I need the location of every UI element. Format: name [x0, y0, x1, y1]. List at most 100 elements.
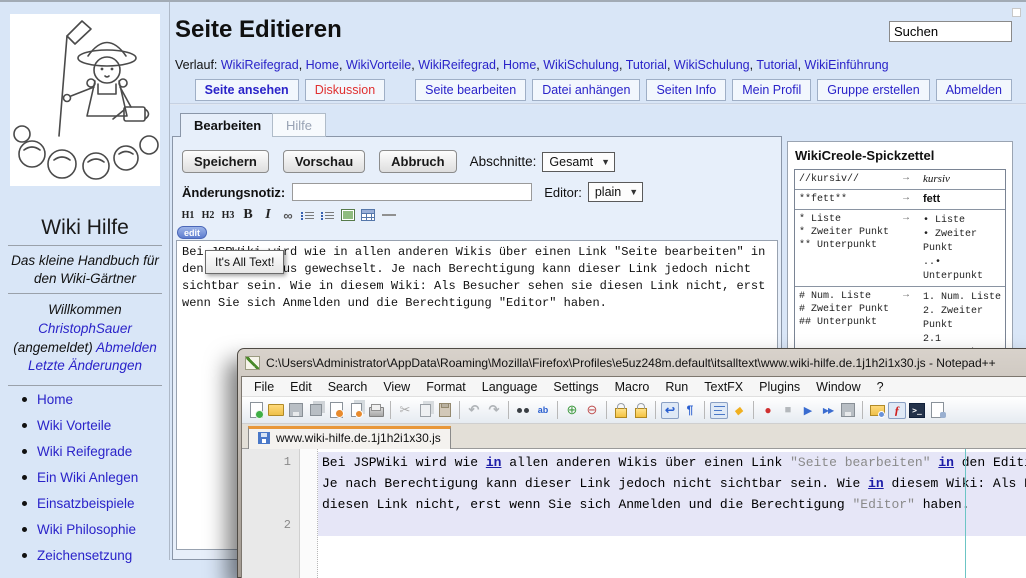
menu-file[interactable]: File [246, 378, 282, 396]
breadcrumb-link-wikischulung[interactable]: WikiSchulung [674, 58, 750, 72]
notepadpp-title: C:\Users\Administrator\AppData\Roaming\M… [266, 356, 996, 370]
breadcrumb-link-tutorial[interactable]: Tutorial [626, 58, 667, 72]
breadcrumb-link-tutorial[interactable]: Tutorial [756, 58, 797, 72]
sidebar-item-ein-wiki-anlegen[interactable]: Ein Wiki Anlegen [37, 470, 138, 485]
breadcrumb-link-wikireifegrad[interactable]: WikiReifegrad [221, 58, 299, 72]
zoom-out-icon[interactable] [583, 402, 601, 419]
textarea-line: wenn Sie sich Anmelden und die Berechtig… [182, 295, 772, 312]
function-completion-icon[interactable] [730, 402, 748, 419]
nav-button-datei-anh-ngen[interactable]: Datei anhängen [532, 79, 640, 101]
nav-button-abmelden[interactable]: Abmelden [936, 79, 1012, 101]
menu-search[interactable]: Search [320, 378, 376, 396]
menu-run[interactable]: Run [657, 378, 696, 396]
plugin-icon[interactable] [888, 402, 906, 419]
link-icon[interactable] [281, 208, 295, 222]
notepadpp-window[interactable]: C:\Users\Administrator\AppData\Roaming\M… [237, 348, 1026, 578]
breadcrumb-link-wikieinf-hrung[interactable]: WikiEinführung [805, 58, 889, 72]
breadcrumb-link-home[interactable]: Home [503, 58, 536, 72]
change-note-input[interactable] [292, 183, 532, 201]
sidebar-item-home[interactable]: Home [37, 392, 73, 407]
code-area[interactable]: Bei JSPWiki wird wie in allen anderen Wi… [318, 449, 1026, 578]
heading1-icon[interactable] [181, 208, 195, 222]
bullet-list-icon[interactable] [301, 210, 315, 221]
horizontal-rule-icon[interactable] [381, 210, 397, 220]
user-link[interactable]: ChristophSauer [38, 321, 132, 336]
copy-icon[interactable] [416, 402, 434, 419]
breadcrumb-link-home[interactable]: Home [306, 58, 339, 72]
menu-settings[interactable]: Settings [545, 378, 606, 396]
print-icon[interactable] [367, 402, 385, 419]
cancel-button[interactable]: Abbruch [379, 150, 456, 173]
console-icon[interactable] [908, 402, 926, 419]
sidebar-item-wiki-vorteile[interactable]: Wiki Vorteile [37, 418, 111, 433]
menu-plugins[interactable]: Plugins [751, 378, 808, 396]
edit-badge[interactable]: edit [177, 226, 207, 239]
menu-format[interactable]: Format [418, 378, 474, 396]
heading2-icon[interactable] [201, 208, 215, 222]
image-icon[interactable] [341, 209, 355, 221]
menu-window[interactable]: Window [808, 378, 868, 396]
notepadpp-editor[interactable]: 12 Bei JSPWiki wird wie in allen anderen… [242, 449, 1026, 578]
numbered-list-icon[interactable] [321, 210, 335, 221]
paste-icon[interactable] [436, 402, 454, 419]
run-macro-multiple-icon[interactable] [819, 402, 837, 419]
logout-link[interactable]: Abmelden [96, 340, 157, 355]
show-all-characters-icon[interactable] [681, 402, 699, 419]
heading3-icon[interactable] [221, 208, 235, 222]
word-wrap-icon[interactable] [661, 402, 679, 419]
editor-select[interactable]: plain ▼ [588, 182, 643, 202]
open-file-icon[interactable] [267, 402, 285, 419]
table-icon[interactable] [361, 209, 375, 221]
find-icon[interactable] [514, 402, 532, 419]
sync-horizontal-scroll-icon[interactable] [632, 402, 650, 419]
breadcrumb-link-wikischulung[interactable]: WikiSchulung [543, 58, 619, 72]
sidebar-item-wiki-reifegrade[interactable]: Wiki Reifegrade [37, 444, 132, 459]
cut-icon[interactable] [396, 402, 414, 419]
preview-button[interactable]: Vorschau [283, 150, 365, 173]
stop-record-icon[interactable] [779, 402, 797, 419]
nav-button-mein-profil[interactable]: Mein Profil [732, 79, 811, 101]
menu-textfx[interactable]: TextFX [696, 378, 751, 396]
search-input[interactable] [889, 21, 1012, 42]
italic-icon[interactable] [261, 208, 275, 222]
save-icon[interactable] [287, 402, 305, 419]
nav-button-gruppe-erstellen[interactable]: Gruppe erstellen [817, 79, 929, 101]
recent-changes-link[interactable]: Letzte Änderungen [28, 358, 142, 373]
record-macro-icon[interactable] [759, 402, 777, 419]
play-macro-icon[interactable] [799, 402, 817, 419]
sidebar-item-wiki-philosophie[interactable]: Wiki Philosophie [37, 522, 136, 537]
save-all-icon[interactable] [307, 402, 325, 419]
menu-view[interactable]: View [375, 378, 418, 396]
nav-button-diskussion[interactable]: Diskussion [305, 79, 385, 101]
sections-select[interactable]: Gesamt ▼ [542, 152, 615, 172]
nav-button-seite-bearbeiten[interactable]: Seite bearbeiten [415, 79, 526, 101]
save-macro-icon[interactable] [839, 402, 857, 419]
close-file-icon[interactable] [327, 402, 345, 419]
redo-icon[interactable] [485, 402, 503, 419]
sidebar-item-zeichensetzung[interactable]: Zeichensetzung [37, 548, 132, 563]
breadcrumb-link-wikireifegrad[interactable]: WikiReifegrad [418, 58, 496, 72]
tab-bearbeiten[interactable]: Bearbeiten [180, 113, 275, 137]
tab-hilfe[interactable]: Hilfe [272, 113, 326, 137]
zoom-in-icon[interactable] [563, 402, 581, 419]
notepadpp-titlebar[interactable]: C:\Users\Administrator\AppData\Roaming\M… [245, 352, 1026, 374]
save-button[interactable]: Speichern [182, 150, 269, 173]
doc-switcher-icon[interactable] [928, 402, 946, 419]
breadcrumb-link-wikivorteile[interactable]: WikiVorteile [346, 58, 411, 72]
sync-vertical-scroll-icon[interactable] [612, 402, 630, 419]
indent-guide-icon[interactable] [710, 402, 728, 419]
new-file-icon[interactable] [247, 402, 265, 419]
sidebar-item-einsatzbeispiele[interactable]: Einsatzbeispiele [37, 496, 135, 511]
menu-edit[interactable]: Edit [282, 378, 320, 396]
menu-language[interactable]: Language [474, 378, 546, 396]
nav-button-seiten-info[interactable]: Seiten Info [646, 79, 726, 101]
nav-button-seite-ansehen[interactable]: Seite ansehen [195, 79, 299, 101]
menu-item[interactable]: ? [869, 378, 892, 396]
close-all-icon[interactable] [347, 402, 365, 419]
menu-macro[interactable]: Macro [607, 378, 658, 396]
notepadpp-document-tab[interactable]: www.wiki-hilfe.de.1j1h2i1x30.js [248, 426, 451, 449]
bold-icon[interactable] [241, 208, 255, 222]
explorer-icon[interactable] [868, 402, 886, 419]
replace-icon[interactable] [534, 402, 552, 419]
undo-icon[interactable] [465, 402, 483, 419]
